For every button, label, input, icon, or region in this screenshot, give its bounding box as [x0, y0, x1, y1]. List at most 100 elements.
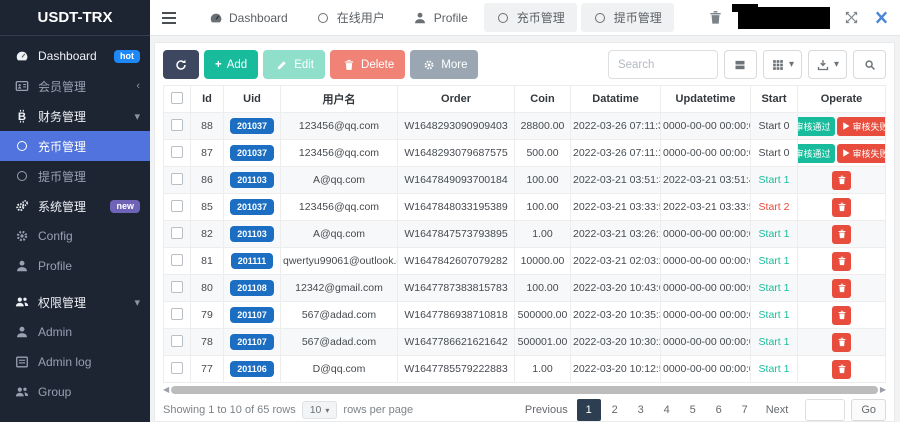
- page-button-5[interactable]: 5: [681, 399, 705, 421]
- select-all-checkbox[interactable]: [171, 92, 183, 104]
- uid-badge[interactable]: 201103: [230, 172, 274, 188]
- uid-badge[interactable]: 201037: [230, 145, 274, 161]
- sidebar-item-admin[interactable]: Admin: [0, 317, 150, 347]
- cell-username: A@qq.com: [281, 167, 398, 194]
- sidebar-item-withdraw-mgmt[interactable]: 提币管理: [0, 161, 150, 191]
- goto-page-input[interactable]: [805, 399, 845, 421]
- cell-id: 80: [191, 275, 224, 302]
- circle-icon: [316, 10, 331, 25]
- tab-withdraw-mgmt[interactable]: 提币管理: [581, 3, 674, 32]
- uid-badge[interactable]: 201108: [230, 280, 274, 296]
- cell-username: A@qq.com: [281, 221, 398, 248]
- user-icon: [14, 259, 29, 274]
- uid-badge[interactable]: 201037: [230, 199, 274, 215]
- tab-deposit-mgmt[interactable]: 充币管理: [484, 3, 577, 32]
- rows-per-page-text: rows per page: [343, 404, 413, 416]
- page-button-4[interactable]: 4: [655, 399, 679, 421]
- topbar-tabs: Dashboard在线用户Profile充币管理提币管理: [196, 3, 674, 32]
- row-checkbox[interactable]: [171, 335, 183, 347]
- next-page-button[interactable]: Next: [759, 399, 796, 421]
- delete-row-button[interactable]: [832, 360, 851, 379]
- cell-order: W1648293079687575: [398, 140, 515, 167]
- page-button-7[interactable]: 7: [733, 399, 757, 421]
- uid-badge[interactable]: 201111: [231, 253, 274, 269]
- edit-button[interactable]: Edit: [263, 50, 325, 79]
- sidebar-item-profile[interactable]: Profile: [0, 251, 150, 281]
- sidebar-item-finance-mgmt[interactable]: B财务管理▾: [0, 101, 150, 131]
- sidebar-item-system-mgmt[interactable]: 系统管理 new: [0, 191, 150, 221]
- page-button-1[interactable]: 1: [577, 399, 601, 421]
- approve-button[interactable]: 审核通过: [798, 117, 835, 136]
- fullscreen-icon[interactable]: [844, 10, 860, 26]
- page-button-2[interactable]: 2: [603, 399, 627, 421]
- scroll-left-icon[interactable]: ◀: [163, 386, 169, 394]
- cell-order: W1647848033195389: [398, 194, 515, 221]
- new-badge: new: [110, 200, 140, 213]
- sidebar-item-auth-mgmt[interactable]: 权限管理▾: [0, 287, 150, 317]
- sidebar-item-member-mgmt[interactable]: 会员管理‹: [0, 71, 150, 101]
- search-input[interactable]: [608, 50, 718, 79]
- uid-badge[interactable]: 201107: [230, 307, 274, 323]
- export-button[interactable]: ▾: [808, 50, 847, 79]
- page-size-dropdown[interactable]: 10▾: [302, 401, 338, 419]
- columns-button[interactable]: ▾: [763, 50, 802, 79]
- uid-badge[interactable]: 201107: [230, 334, 274, 350]
- search-button[interactable]: [853, 50, 886, 79]
- uid-badge[interactable]: 201103: [230, 226, 274, 242]
- sidebar-item-config[interactable]: Config: [0, 221, 150, 251]
- scrollbar-thumb[interactable]: [171, 386, 878, 394]
- cell-username: 567@adad.com: [281, 329, 398, 356]
- toggle-view-button[interactable]: [724, 50, 757, 79]
- more-button[interactable]: More: [410, 50, 478, 79]
- sidebar-item-admin-log[interactable]: Admin log: [0, 347, 150, 377]
- page-button-6[interactable]: 6: [707, 399, 731, 421]
- delete-row-button[interactable]: [832, 225, 851, 244]
- page-button-3[interactable]: 3: [629, 399, 653, 421]
- scroll-right-icon[interactable]: ▶: [880, 386, 886, 394]
- reject-button[interactable]: 审核失败: [837, 117, 886, 136]
- sidebar-item-dashboard[interactable]: Dashboardhot: [0, 41, 150, 71]
- cell-datatime: 2022-03-26 07:11:19: [571, 140, 661, 167]
- row-checkbox[interactable]: [171, 146, 183, 158]
- cell-coin: 500000.00: [515, 302, 571, 329]
- table-row: 77201106D@qq.comW16477855792228831.00202…: [164, 356, 886, 383]
- row-checkbox[interactable]: [171, 308, 183, 320]
- add-button[interactable]: +Add: [204, 50, 258, 79]
- approve-button[interactable]: 审核通过: [798, 144, 835, 163]
- sidebar-item-group[interactable]: Group: [0, 377, 150, 407]
- x-icon[interactable]: [874, 10, 890, 26]
- reject-button[interactable]: 审核失败: [837, 144, 886, 163]
- trash-icon[interactable]: [708, 10, 724, 26]
- row-checkbox[interactable]: [171, 254, 183, 266]
- delete-row-button[interactable]: [832, 171, 851, 190]
- row-checkbox[interactable]: [171, 119, 183, 131]
- row-checkbox[interactable]: [171, 281, 183, 293]
- tab-online-users[interactable]: 在线用户: [304, 3, 397, 32]
- cell-updatetime: 0000-00-00 00:00:00: [661, 302, 751, 329]
- delete-row-button[interactable]: [832, 279, 851, 298]
- refresh-button[interactable]: [163, 50, 199, 79]
- delete-row-button[interactable]: [832, 306, 851, 325]
- cell-datatime: 2022-03-21 03:33:53: [571, 194, 661, 221]
- cell-coin: 100.00: [515, 275, 571, 302]
- delete-button[interactable]: Delete: [330, 50, 405, 79]
- delete-row-button[interactable]: [832, 198, 851, 217]
- sidebar-item-deposit-mgmt[interactable]: 充币管理: [0, 131, 150, 161]
- cell-id: 78: [191, 329, 224, 356]
- row-checkbox[interactable]: [171, 173, 183, 185]
- row-checkbox[interactable]: [171, 200, 183, 212]
- delete-row-button[interactable]: [832, 333, 851, 352]
- cell-select: [164, 302, 191, 329]
- previous-page-button[interactable]: Previous: [518, 399, 575, 421]
- row-checkbox[interactable]: [171, 362, 183, 374]
- uid-badge[interactable]: 201037: [230, 118, 274, 134]
- uid-badge[interactable]: 201106: [230, 361, 274, 377]
- delete-row-button[interactable]: [832, 252, 851, 271]
- sidebar-item-label: 系统管理: [38, 198, 101, 215]
- go-button[interactable]: Go: [851, 399, 886, 421]
- row-checkbox[interactable]: [171, 227, 183, 239]
- hamburger-menu-icon[interactable]: [160, 6, 186, 30]
- tab-profile[interactable]: Profile: [401, 4, 480, 31]
- tab-dashboard[interactable]: Dashboard: [196, 4, 300, 31]
- table-row: 85201037123456@qq.comW164784803319538910…: [164, 194, 886, 221]
